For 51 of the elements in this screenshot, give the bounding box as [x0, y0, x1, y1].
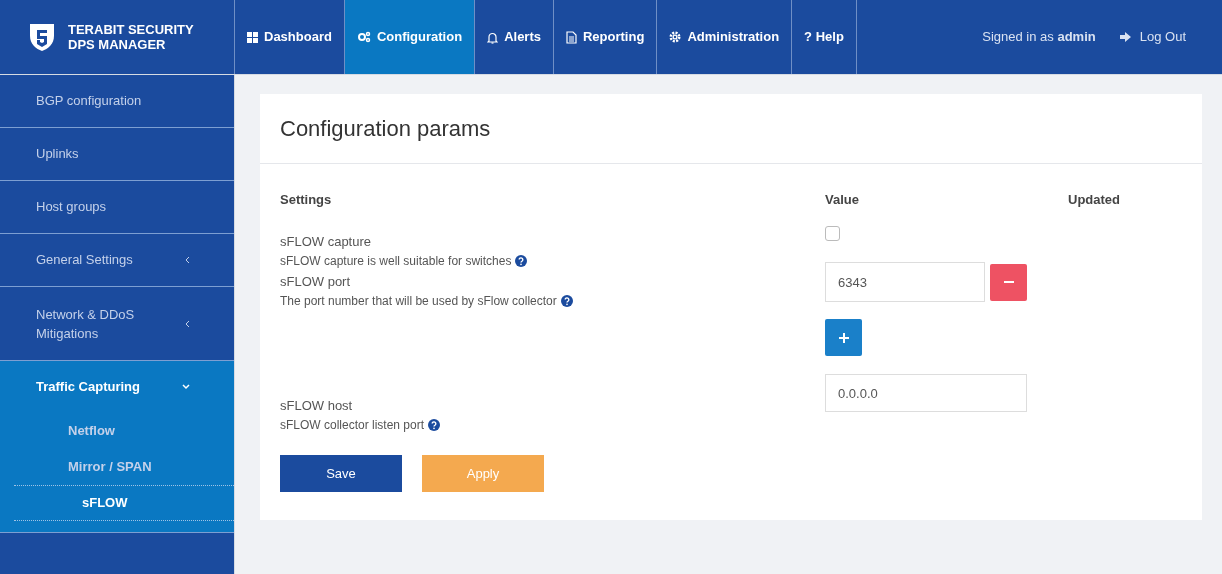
- plus-icon: [838, 332, 849, 343]
- setting-name: sFLOW capture: [280, 233, 373, 251]
- checkbox[interactable]: [825, 226, 840, 241]
- nav-tab[interactable]: Dashboard: [235, 0, 345, 74]
- logout-link[interactable]: Log Out: [1119, 27, 1186, 47]
- nav-tab[interactable]: Configuration: [344, 0, 476, 74]
- setting-hint: The port number that will be used by sFlow collector: [280, 292, 557, 310]
- signed-in-text: Signed in as admin: [982, 28, 1096, 47]
- shield-logo-icon: [28, 22, 56, 52]
- chevron-left-icon: [185, 319, 190, 328]
- nav-tab[interactable]: Alerts: [475, 0, 554, 74]
- help-icon: [560, 294, 573, 307]
- remove-button[interactable]: [990, 263, 1027, 301]
- logout-icon: [1119, 32, 1132, 42]
- brand-subtitle: DPS MANAGER: [68, 37, 167, 52]
- gears-icon: [356, 31, 371, 43]
- setting-hint: sFLOW collector listen port: [280, 416, 425, 434]
- brand-logo[interactable]: TERABIT SECURITY DPS MANAGER: [0, 0, 235, 74]
- save-button[interactable]: Save: [280, 455, 402, 492]
- input-field[interactable]: 0.0.0.0: [825, 374, 1027, 412]
- nav-tab[interactable]: Reporting: [554, 0, 658, 74]
- grid-icon: [247, 31, 258, 43]
- submenu-item[interactable]: Mirror / SPAN: [0, 449, 234, 485]
- card-title: Configuration params: [280, 115, 491, 143]
- sidebar-item[interactable]: Traffic Capturing: [0, 361, 234, 413]
- minus-icon: [1003, 281, 1014, 283]
- document-icon: [566, 30, 577, 44]
- nav-tab[interactable]: Administration: [657, 0, 793, 74]
- setting-name: sFLOW port: [280, 273, 352, 291]
- setting-name: sFLOW host: [280, 397, 354, 415]
- column-header: Value: [825, 191, 860, 210]
- bell-icon: [487, 30, 499, 44]
- column-header: Settings: [280, 191, 333, 210]
- sidebar-item[interactable]: Uplinks: [0, 128, 234, 180]
- help-icon: [515, 254, 528, 267]
- nav-tab[interactable]: ? Help: [792, 0, 857, 74]
- sidebar-item[interactable]: Host groups: [0, 181, 234, 233]
- chevron-left-icon: [185, 256, 190, 264]
- help-icon: [428, 418, 441, 431]
- column-header: Updated: [1068, 191, 1120, 210]
- submenu-item[interactable]: sFLOW: [14, 485, 234, 521]
- chevron-down-icon: [182, 384, 190, 390]
- sidebar-item[interactable]: General Settings: [0, 234, 234, 286]
- add-button[interactable]: [825, 319, 862, 356]
- brand-title: TERABIT SECURITY: [68, 22, 194, 37]
- input-field[interactable]: 6343: [825, 262, 985, 302]
- setting-hint: sFLOW capture is well suitable for switches: [280, 252, 512, 270]
- gear-icon: [669, 31, 682, 43]
- sidebar-item[interactable]: BGP configuration: [0, 75, 234, 127]
- submenu-item[interactable]: Netflow: [0, 413, 234, 449]
- sidebar-item[interactable]: Network & DDoS Mitigations: [0, 287, 234, 360]
